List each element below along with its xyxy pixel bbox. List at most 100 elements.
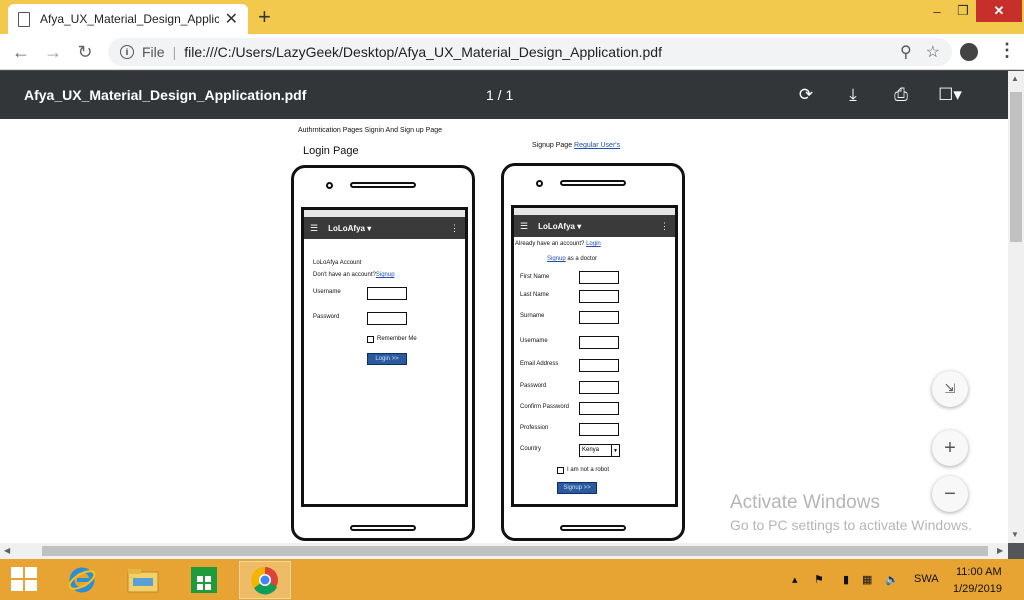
download-icon[interactable]: ⤓ <box>841 83 865 107</box>
scroll-up-arrow-icon[interactable]: ▲ <box>1011 74 1019 83</box>
url-separator: | <box>172 44 177 60</box>
activation-watermark-title: Activate Windows <box>730 492 880 513</box>
username-input[interactable] <box>367 287 407 300</box>
maximize-button[interactable]: ❐ <box>950 0 976 22</box>
overflow-menu-icon[interactable]: ⋮ <box>660 221 669 232</box>
back-arrow-icon[interactable]: ← <box>9 40 33 64</box>
first-name-label: First Name <box>520 274 550 280</box>
browser-tab[interactable]: Afya_UX_Material_Design_Applic ✕ <box>8 4 248 34</box>
forward-arrow-icon[interactable]: → <box>41 40 65 64</box>
status-bar <box>514 208 675 215</box>
signup-button[interactable]: Signup >> <box>557 482 597 494</box>
overflow-menu-icon[interactable]: ⋮ <box>450 223 459 234</box>
show-hidden-icons-icon[interactable]: ▴ <box>792 573 798 586</box>
surname-label: Surname <box>520 313 545 319</box>
confirm-password-input[interactable] <box>579 402 619 415</box>
language-indicator[interactable]: SWA <box>914 573 939 585</box>
home-bar <box>560 525 626 531</box>
fit-to-page-button[interactable]: ⇲ <box>932 371 968 407</box>
document-caption: Authrntication Pages Signin And Sign up … <box>298 127 442 134</box>
signup-doctor-link[interactable]: Signup <box>547 256 566 262</box>
signup-page-heading: Signup Page Regular User's <box>532 142 620 149</box>
file-explorer-icon[interactable] <box>117 561 169 599</box>
clock-date[interactable]: 1/29/2019 <box>953 583 1002 595</box>
status-bar <box>304 210 465 217</box>
zoom-icon[interactable]: ⚲ <box>900 42 912 62</box>
surname-input[interactable] <box>579 311 619 324</box>
account-label: LoLoAfya Account <box>313 260 362 266</box>
remember-me-label: Remember Me <box>377 336 417 342</box>
internet-explorer-icon[interactable] <box>56 561 108 599</box>
app-title: LoLoAfya ▾ <box>328 223 372 233</box>
new-tab-button[interactable]: + <box>258 4 271 30</box>
scroll-down-arrow-icon[interactable]: ▼ <box>1011 530 1019 539</box>
username-label: Username <box>313 289 341 295</box>
profile-avatar-icon[interactable] <box>960 43 978 61</box>
last-name-label: Last Name <box>520 292 550 298</box>
scroll-left-arrow-icon[interactable]: ◀ <box>4 546 10 555</box>
horizontal-scroll-thumb[interactable] <box>42 546 988 556</box>
bookmark-icon[interactable]: ☐▾ <box>938 83 962 107</box>
regular-users-link[interactable]: Regular User's <box>574 142 620 149</box>
camera-dot <box>536 180 543 187</box>
login-page-heading: Login Page <box>303 145 359 157</box>
zoom-in-button[interactable]: + <box>932 430 968 466</box>
country-select[interactable]: Kenya ▼ <box>579 444 620 457</box>
rotate-icon[interactable]: ⟳ <box>794 83 818 107</box>
hamburger-menu-icon[interactable]: ☰ <box>520 221 528 232</box>
clock-time[interactable]: 11:00 AM <box>956 566 1002 578</box>
confirm-password-label: Confirm Password <box>520 404 570 410</box>
store-icon[interactable] <box>178 561 230 599</box>
country-label: Country <box>520 446 542 452</box>
volume-icon[interactable]: 🔈 <box>885 573 899 586</box>
robot-checkbox[interactable] <box>557 467 564 474</box>
tab-title: Afya_UX_Material_Design_Applic <box>40 12 219 26</box>
email-input[interactable] <box>579 359 619 372</box>
username-label: Username <box>520 338 548 344</box>
login-phone-mockup: ☰ LoLoAfya ▾ ⋮ LoLoAfya Account Don't ha… <box>291 165 475 541</box>
url-text[interactable]: file:///C:/Users/LazyGeek/Desktop/Afya_U… <box>184 44 886 60</box>
hamburger-menu-icon[interactable]: ☰ <box>310 223 318 234</box>
robot-label: I am not a robot <box>567 467 610 473</box>
chrome-icon[interactable] <box>239 561 291 599</box>
action-center-flag-icon[interactable]: ⚑ <box>814 573 824 586</box>
zoom-out-button[interactable]: − <box>932 476 968 512</box>
app-bar: ☰ LoLoAfya ▾ ⋮ <box>304 217 465 239</box>
scroll-right-arrow-icon[interactable]: ▶ <box>997 546 1003 555</box>
reload-icon[interactable]: ↻ <box>73 40 97 64</box>
signup-link[interactable]: Signup <box>376 272 395 278</box>
username-input[interactable] <box>579 336 619 349</box>
address-bar[interactable]: i File | file:///C:/Users/LazyGeek/Deskt… <box>108 38 952 66</box>
login-link[interactable]: Login <box>586 241 601 247</box>
windows-start-icon[interactable] <box>11 567 39 593</box>
email-label: Email Address <box>520 361 559 367</box>
login-screen: ☰ LoLoAfya ▾ ⋮ LoLoAfya Account Don't ha… <box>301 207 468 507</box>
signup-doctor-text: Signup as a doctor <box>547 256 598 262</box>
signup-screen: ☰ LoLoAfya ▾ ⋮ Already have an account? … <box>511 205 678 507</box>
remember-me-checkbox[interactable] <box>367 336 374 343</box>
app-title: LoLoAfya ▾ <box>538 221 582 231</box>
close-window-button[interactable]: ✕ <box>976 0 1022 22</box>
signup-heading-prefix: Signup Page <box>532 142 573 149</box>
minimize-button[interactable]: – <box>924 0 950 22</box>
last-name-input[interactable] <box>579 290 619 303</box>
vertical-scroll-thumb[interactable] <box>1010 92 1022 242</box>
browser-menu-icon[interactable]: ⋮ <box>998 40 1016 61</box>
login-button[interactable]: Login >> <box>367 353 407 365</box>
chevron-down-icon: ▼ <box>611 445 619 456</box>
password-input[interactable] <box>367 312 407 325</box>
profession-input[interactable] <box>579 423 619 436</box>
battery-icon[interactable]: ▮ <box>843 573 849 586</box>
first-name-input[interactable] <box>579 271 619 284</box>
tab-close-icon[interactable]: ✕ <box>225 9 238 29</box>
info-icon[interactable]: i <box>120 45 134 59</box>
bookmark-star-icon[interactable]: ☆ <box>926 42 940 62</box>
no-account-text: Don't have an account?Signup <box>313 272 395 278</box>
password-input[interactable] <box>579 381 619 394</box>
print-icon[interactable]: ⎙ <box>889 83 913 107</box>
signup-phone-mockup: ☰ LoLoAfya ▾ ⋮ Already have an account? … <box>501 163 685 541</box>
app-bar: ☰ LoLoAfya ▾ ⋮ <box>514 215 675 237</box>
page-indicator: 1 / 1 <box>486 87 514 103</box>
pdf-title: Afya_UX_Material_Design_Application.pdf <box>24 87 307 103</box>
network-icon[interactable]: ▦ <box>862 573 872 586</box>
